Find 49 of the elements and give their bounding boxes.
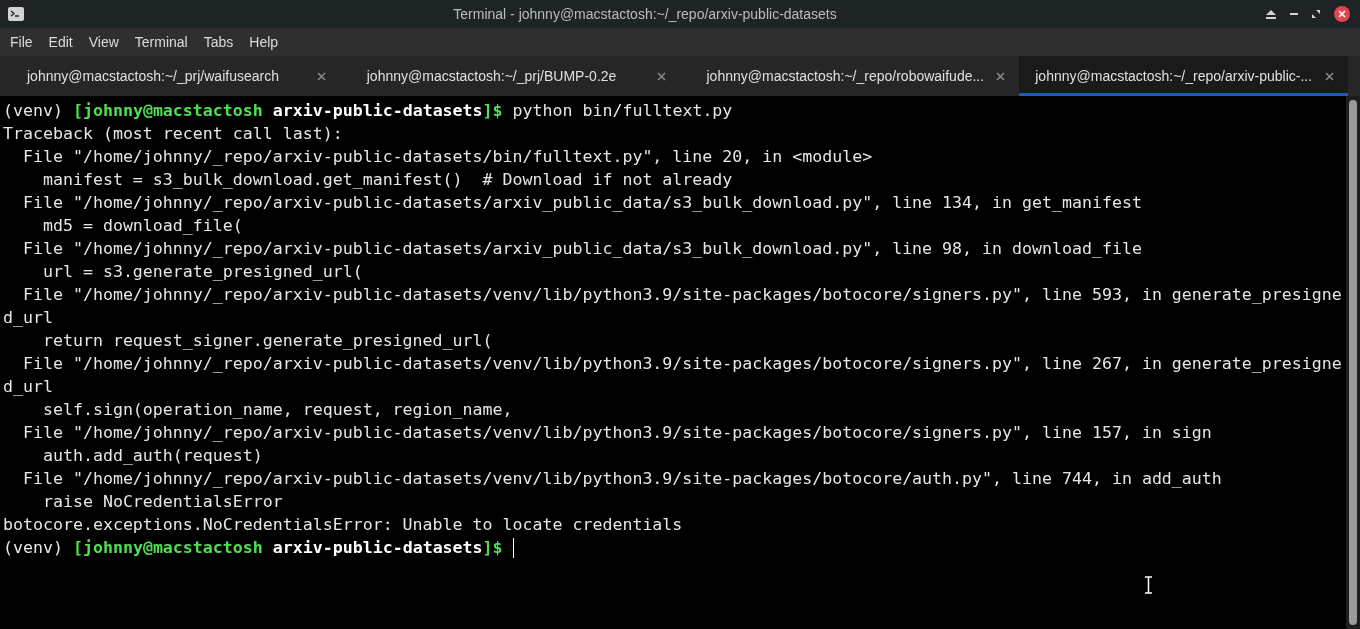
terminal-tab[interactable]: johnny@macstactosh:~/_prj/BUMP-0.2e	[339, 56, 680, 96]
prompt-symbol: ]$	[482, 537, 503, 559]
prompt-user: [johnny@macstactosh	[72, 100, 263, 122]
close-tab-icon[interactable]	[1325, 71, 1334, 81]
menu-item[interactable]: Terminal	[134, 31, 188, 53]
keep-above-icon[interactable]	[1266, 9, 1276, 19]
output-line: self.sign(operation_name, request, region_name,	[41, 399, 513, 421]
output-line: d_url	[3, 376, 53, 398]
menu-item[interactable]: Help	[249, 31, 279, 53]
window-title: Terminal - johnny@macstactosh:~/_repo/arxiv-public-datasets	[453, 4, 837, 24]
prompt-env: (venv)	[3, 537, 63, 559]
output-line: manifest = s3_bulk_download.get_manifest() # Download if not already	[41, 169, 733, 191]
scrollbar-thumb[interactable]	[1349, 100, 1357, 625]
prompt-symbol: ]$	[482, 100, 503, 122]
output-line: md5 = download_file(	[41, 215, 243, 237]
output-line: botocore.exceptions.NoCredentialsError: Unable to locate credentials	[3, 514, 683, 536]
output-line: raise NoCredentialsError	[41, 491, 283, 513]
menu-item[interactable]: File	[10, 31, 33, 53]
output-line: File "/home/johnny/_repo/arxiv-public-datasets/bin/fulltext.py", line 20, in <module>	[21, 146, 873, 168]
menu-item[interactable]: View	[88, 31, 119, 53]
output-line: return request_signer.generate_presigned_url(	[41, 330, 493, 352]
output-line: File "/home/johnny/_repo/arxiv-public-datasets/venv/lib/python3.9/site-packages/botocore/signers.py", line 157, in sign	[21, 422, 1212, 444]
output-line: File "/home/johnny/_repo/arxiv-public-datasets/venv/lib/python3.9/site-packages/botocore/signers.py", line 267, in generate_presigne	[21, 353, 1342, 375]
prompt-user: [johnny@macstactosh	[72, 537, 263, 559]
output-line: Traceback (most recent call last):	[3, 123, 343, 145]
output-line: File "/home/johnny/_repo/arxiv-public-datasets/venv/lib/python3.9/site-packages/botocore/signers.py", line 593, in generate_presigne	[21, 284, 1342, 306]
menu-item[interactable]: Tabs	[203, 31, 234, 53]
output-line: File "/home/johnny/_repo/arxiv-public-datasets/arxiv_public_data/s3_bulk_download.py", line 134, in get_manifest	[21, 192, 1142, 214]
prompt-directory: arxiv-public-datasets	[272, 100, 483, 122]
menu-item[interactable]: Edit	[48, 31, 73, 53]
restore-icon[interactable]	[1312, 10, 1320, 18]
close-tab-icon[interactable]	[316, 71, 326, 81]
output-line: File "/home/johnny/_repo/arxiv-public-datasets/venv/lib/python3.9/site-packages/botocore/auth.py", line 744, in add_auth	[21, 468, 1222, 490]
terminal-tab[interactable]: johnny@macstactosh:~/_repo/arxiv-public-...	[1019, 56, 1348, 96]
terminal-app-icon	[8, 7, 24, 21]
close-tab-icon[interactable]	[656, 71, 666, 81]
command-text: python bin/fulltext.py	[512, 100, 733, 122]
output-line: url = s3.generate_presigned_url(	[41, 261, 363, 283]
prompt-env: (venv)	[3, 100, 63, 122]
terminal-tab[interactable]: johnny@macstactosh:~/_repo/robowaifude...	[679, 56, 1020, 96]
output-line: auth.add_auth(request)	[41, 445, 263, 467]
output-line: d_url	[3, 307, 53, 329]
output-line: File "/home/johnny/_repo/arxiv-public-datasets/arxiv_public_data/s3_bulk_download.py", line 98, in download_file	[21, 238, 1142, 260]
prompt-directory: arxiv-public-datasets	[272, 537, 483, 559]
text-cursor-pointer-icon	[1144, 576, 1153, 594]
close-tab-icon[interactable]	[996, 71, 1006, 81]
terminal-tab[interactable]: johnny@macstactosh:~/_prj/waifusearch	[0, 56, 340, 96]
close-icon[interactable]	[1334, 6, 1350, 22]
scrollbar-track[interactable]	[1346, 96, 1360, 629]
